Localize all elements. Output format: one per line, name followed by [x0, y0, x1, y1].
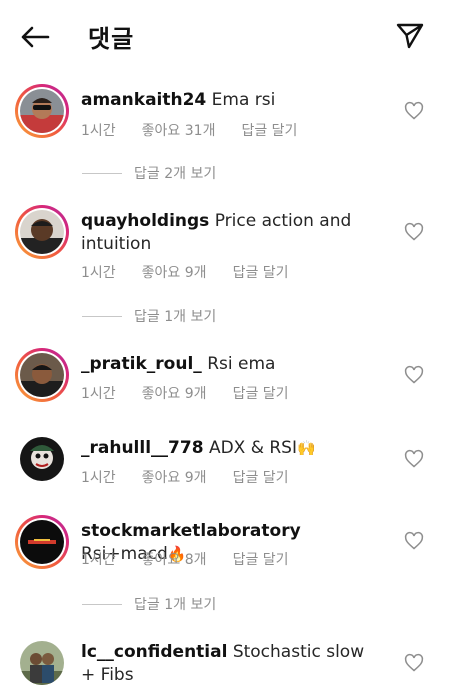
divider: [82, 603, 122, 605]
page-title: 댓글: [88, 25, 135, 53]
heart-icon[interactable]: [404, 449, 424, 469]
comment-likes[interactable]: 좋아요 8개: [142, 549, 207, 569]
heart-icon[interactable]: [404, 222, 424, 242]
comment-username[interactable]: _pratik_roul_: [81, 354, 202, 374]
divider: [82, 172, 122, 174]
avatar[interactable]: [15, 84, 69, 138]
comment-username[interactable]: stockmarketlaboratory: [81, 521, 301, 541]
comment-username[interactable]: _rahulll__778: [81, 438, 204, 458]
comment-time: 1시간: [81, 552, 116, 568]
comment-username[interactable]: amankaith24: [81, 90, 206, 110]
comment-username[interactable]: quayholdings: [81, 211, 209, 231]
avatar[interactable]: [15, 432, 69, 486]
header-bar: 댓글: [0, 0, 450, 72]
view-replies-button[interactable]: 답글 1개 보기: [82, 306, 216, 326]
reply-button[interactable]: 답글 달기: [241, 120, 297, 140]
view-replies-label: 답글 2개 보기: [134, 166, 217, 182]
comment-likes[interactable]: 좋아요 31개: [142, 120, 216, 140]
comment-likes[interactable]: 좋아요 9개: [142, 262, 207, 282]
comment-time: 1시간: [81, 265, 116, 281]
heart-icon[interactable]: [404, 365, 424, 385]
comment-time: 1시간: [81, 386, 116, 402]
heart-icon[interactable]: [404, 653, 424, 673]
heart-icon[interactable]: [404, 101, 424, 121]
view-replies-label: 답글 1개 보기: [134, 309, 217, 325]
view-replies-label: 답글 1개 보기: [134, 597, 217, 613]
comment-text: Ema rsi: [211, 90, 276, 110]
comment-likes[interactable]: 좋아요 9개: [142, 467, 207, 487]
avatar[interactable]: [15, 348, 69, 402]
back-button[interactable]: [16, 20, 54, 54]
comment-text: Rsi ema: [207, 354, 276, 374]
divider: [82, 315, 122, 317]
comment-likes[interactable]: 좋아요 9개: [142, 383, 207, 403]
comment-text: ADX & RSI: [208, 438, 297, 458]
comment-time: 1시간: [81, 470, 116, 486]
heart-icon[interactable]: [404, 531, 424, 551]
reply-button[interactable]: 답글 달기: [233, 549, 289, 569]
emoji: 🙌: [296, 439, 316, 457]
reply-button[interactable]: 답글 달기: [233, 262, 289, 282]
view-replies-button[interactable]: 답글 2개 보기: [82, 163, 216, 183]
avatar[interactable]: [15, 515, 69, 569]
avatar[interactable]: [15, 205, 69, 259]
reply-button[interactable]: 답글 달기: [233, 383, 289, 403]
comment-time: 1시간: [81, 123, 116, 139]
reply-button[interactable]: 답글 달기: [233, 467, 289, 487]
arrow-left-icon: [21, 26, 50, 48]
view-replies-button[interactable]: 답글 1개 보기: [82, 594, 216, 614]
comment-username[interactable]: lc__confidential: [81, 642, 227, 662]
paper-plane-icon: [396, 23, 424, 49]
avatar[interactable]: [15, 636, 69, 690]
share-button[interactable]: [392, 19, 428, 53]
